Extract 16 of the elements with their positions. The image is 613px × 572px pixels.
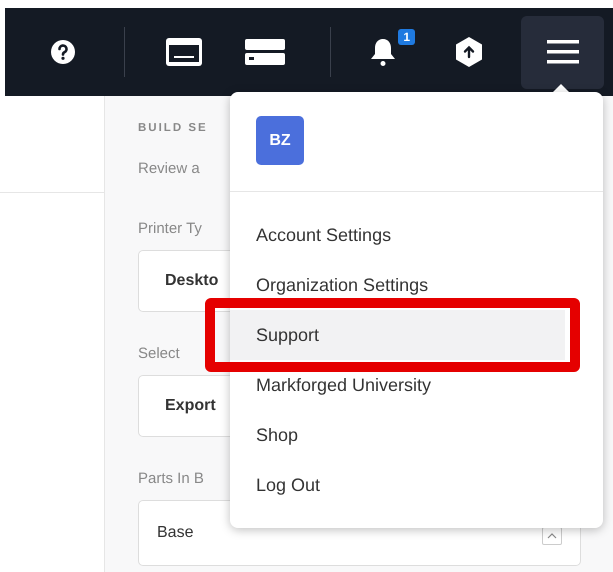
notification-button[interactable]: 1 (369, 27, 415, 77)
menu-item[interactable]: Shop (230, 423, 565, 447)
section-description: Review a (138, 160, 201, 178)
field-label: Parts In B (138, 470, 204, 488)
notification-count: 1 (398, 29, 415, 45)
field-label: Printer Ty (138, 220, 202, 238)
user-avatar: BZ (256, 116, 304, 165)
section-heading: BUILD SE (138, 121, 209, 136)
field-label: Select (138, 345, 180, 363)
menu-item[interactable]: Organization Settings (230, 273, 565, 297)
menu-item[interactable]: Account Settings (230, 223, 565, 247)
menu-icon[interactable] (521, 16, 604, 88)
bell-icon (369, 37, 397, 67)
menu-item[interactable]: Markforged University (230, 373, 565, 397)
menu-item[interactable]: Log Out (230, 473, 565, 497)
menu-item[interactable]: Support (230, 310, 565, 360)
